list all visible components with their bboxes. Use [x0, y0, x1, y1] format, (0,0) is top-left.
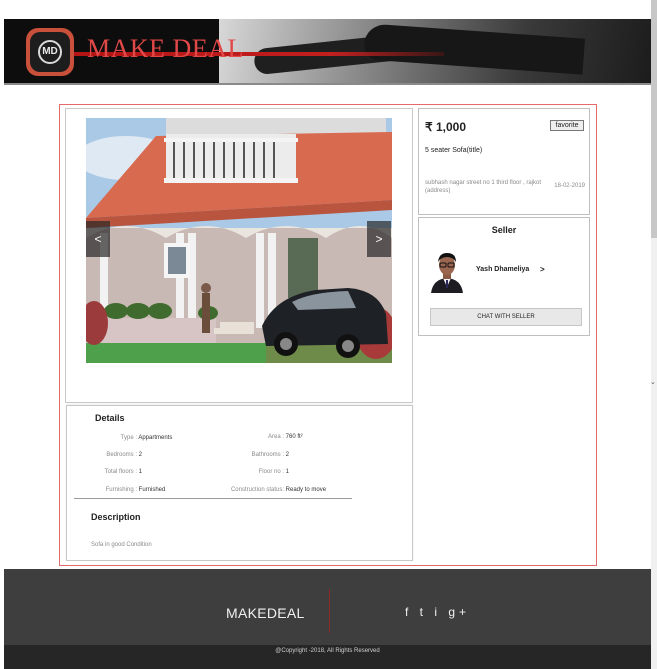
listing-price: ₹ 1,000 [425, 120, 466, 134]
description-text: Sofa in good Condition [91, 542, 152, 548]
seller-card: Seller Yash Dhameliya > CHAT WITH SELLER [418, 217, 590, 336]
detail-floor-no-label: Floor no : [258, 469, 284, 475]
gallery-next-button[interactable]: > [367, 221, 391, 257]
seller-name[interactable]: Yash Dhameliya [476, 266, 529, 273]
detail-area-value: 760 ft² [285, 434, 303, 440]
detail-floor-no-value: 1 [285, 469, 290, 475]
scroll-down-icon[interactable]: ⌄ [650, 378, 656, 386]
brand-name[interactable]: MAKE DEAL [87, 34, 244, 64]
detail-area: Area : 760 ft² [207, 434, 303, 440]
detail-type-label: Type : [120, 435, 137, 441]
site-header: MD MAKE DEAL [4, 19, 651, 85]
detail-construction-status-label: Construction status: [230, 487, 284, 493]
house-illustration [86, 118, 392, 363]
detail-construction-status: Construction status: Ready to move [207, 487, 326, 493]
detail-furnishing-label: Furnishing : [105, 487, 137, 493]
footer-social-icons[interactable]: f t i g+ [405, 605, 470, 619]
detail-bedrooms: Bedrooms : 2 [75, 452, 142, 458]
property-photo [86, 118, 392, 363]
avatar-image [429, 251, 465, 293]
detail-total-floors: Total floors : 1 [75, 469, 142, 475]
favorite-button[interactable]: favorite [550, 120, 584, 131]
price-card: ₹ 1,000 favorite 5 seater Sofa(title) su… [418, 108, 590, 215]
detail-bedrooms-label: Bedrooms : [106, 452, 137, 458]
detail-furnishing-value: Furnished [138, 487, 166, 493]
site-logo[interactable]: MD [26, 28, 74, 76]
copyright-text: @Copyright -2018, All Rights Reserved [275, 648, 380, 654]
chat-with-seller-button[interactable]: CHAT WITH SELLER [430, 308, 582, 326]
detail-bathrooms-label: Bathrooms : [251, 452, 284, 458]
detail-total-floors-label: Total floors : [104, 469, 137, 475]
details-card: Details Type : Appartments Area : 760 ft… [66, 405, 413, 561]
scrollbar-thumb[interactable] [651, 0, 657, 238]
detail-total-floors-value: 1 [138, 469, 143, 475]
detail-type: Type : Appartments [75, 435, 173, 441]
detail-construction-status-value: Ready to move [285, 487, 327, 493]
listing-title: 5 seater Sofa(title) [425, 147, 483, 154]
site-footer: MAKEDEAL f t i g+ [4, 569, 651, 645]
copyright-bar: @Copyright -2018, All Rights Reserved [4, 645, 651, 669]
gallery-prev-button[interactable]: < [86, 221, 110, 257]
seller-heading: Seller [491, 225, 517, 235]
detail-floor-no: Floor no : 1 [207, 469, 289, 475]
detail-bedrooms-value: 2 [138, 452, 143, 458]
logo-monogram: MD [38, 40, 62, 64]
detail-bathrooms-value: 2 [285, 452, 290, 458]
listing-address: subhash nagar street no 1 third floor , … [425, 180, 542, 194]
logo-inner: MD [30, 32, 70, 72]
seller-profile-chevron-icon[interactable]: > [540, 265, 545, 274]
detail-bathrooms: Bathrooms : 2 [207, 452, 289, 458]
detail-furnishing: Furnishing : Furnished [75, 487, 166, 493]
footer-brand[interactable]: MAKEDEAL [226, 605, 305, 621]
detail-area-label: Area : [267, 434, 284, 440]
detail-type-value: Appartments [138, 435, 173, 441]
listing-date: 18-02-2019 [554, 183, 585, 189]
footer-divider [329, 589, 330, 633]
seller-avatar[interactable] [429, 251, 465, 293]
details-heading: Details [95, 413, 125, 423]
details-divider [74, 498, 352, 499]
description-heading: Description [91, 512, 141, 522]
